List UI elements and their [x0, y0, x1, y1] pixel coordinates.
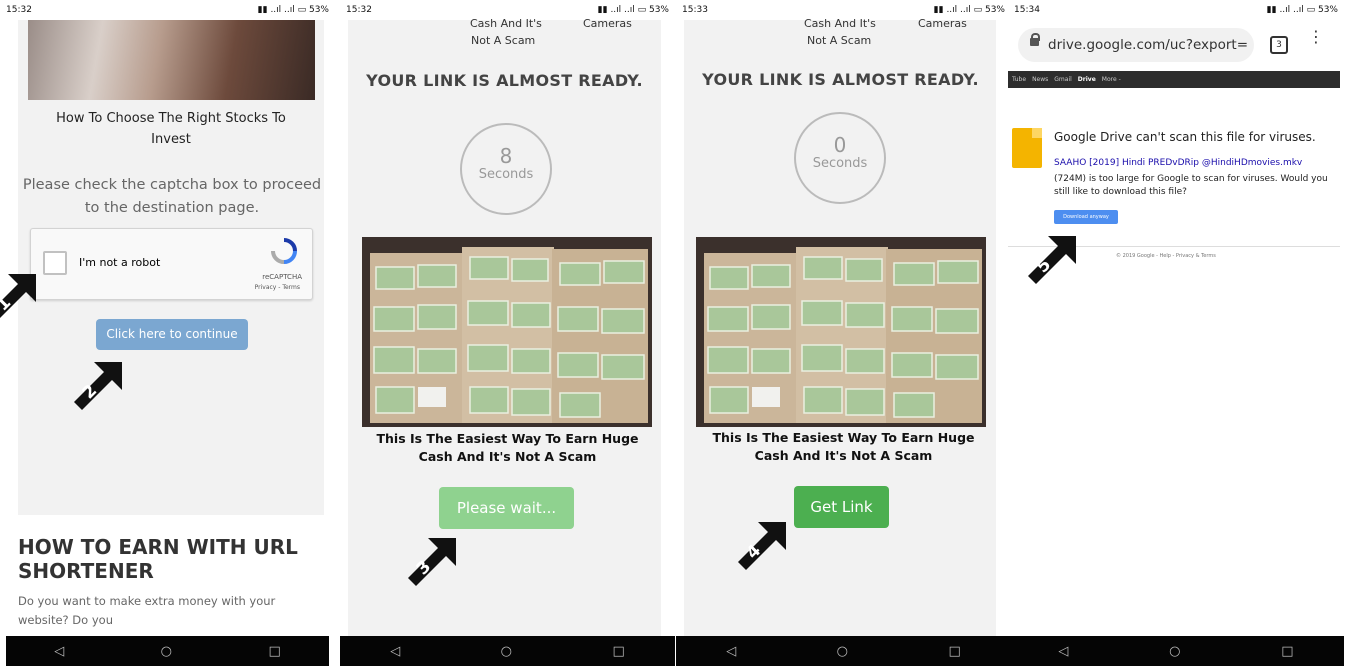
status-time: 15:33: [682, 5, 708, 15]
google-bar-item[interactable]: Tube: [1012, 76, 1026, 83]
back-icon[interactable]: ◁: [54, 644, 64, 659]
status-time: 15:34: [1014, 5, 1040, 15]
countdown-value: 8: [499, 144, 513, 168]
android-nav-bar: ◁ ○ □: [340, 636, 675, 666]
android-nav-bar: ◁ ○ □: [676, 636, 1011, 666]
url-text[interactable]: drive.google.com/uc?export=: [1048, 37, 1248, 53]
android-nav-bar: ◁ ○ □: [6, 636, 329, 666]
tab-count: 3: [1276, 40, 1282, 50]
step-arrow-3: 3: [404, 536, 458, 590]
ad-image-money[interactable]: [696, 237, 986, 427]
section-text: Do you want to make extra money with you…: [18, 594, 276, 627]
recents-icon[interactable]: □: [948, 644, 960, 659]
warning-body: (724M) is too large for Google to scan f…: [1054, 174, 1328, 197]
countdown-unit: Seconds: [812, 156, 868, 171]
recaptcha-checkbox[interactable]: [43, 251, 67, 275]
step-arrow-4: 4: [734, 520, 788, 574]
please-wait-button[interactable]: Please wait...: [439, 487, 574, 529]
recents-icon[interactable]: □: [612, 644, 624, 659]
google-bar-item[interactable]: More -: [1102, 76, 1121, 83]
section-heading: HOW TO EARN WITH URL SHORTENER: [18, 535, 298, 583]
step-arrow-2: 2: [70, 360, 124, 414]
download-anyway-button[interactable]: Download anyway: [1054, 210, 1118, 224]
url-bar[interactable]: drive.google.com/uc?export=: [1018, 28, 1254, 62]
ad-caption[interactable]: This Is The Easiest Way To Earn Huge Cas…: [370, 430, 645, 466]
countdown-timer: 0 Seconds: [794, 112, 886, 204]
google-bar-item[interactable]: News: [1032, 76, 1048, 83]
top-text-left-2: Not A Scam: [471, 34, 536, 47]
recaptcha-links[interactable]: Privacy - Terms: [255, 284, 300, 291]
status-right: ▮▮ ..ıl ..ıl ▭ 53%: [933, 5, 1005, 15]
status-bar: 15:32 ▮▮ ..ıl ..ıl ▭ 53%: [0, 0, 335, 20]
link-ready-heading: YOUR LINK IS ALMOST READY.: [366, 71, 643, 90]
top-text-right: Cameras: [918, 17, 967, 30]
top-text-right: Cameras: [583, 17, 632, 30]
android-nav-bar: ◁ ○ □: [1008, 636, 1344, 666]
page-footer: © 2019 Google - Help - Privacy & Terms: [1116, 253, 1216, 259]
home-icon[interactable]: ○: [161, 644, 172, 659]
recents-icon[interactable]: □: [268, 644, 280, 659]
ad-caption[interactable]: This Is The Easiest Way To Earn Huge Cas…: [704, 429, 983, 465]
recaptcha-brand: reCAPTCHA: [262, 273, 302, 281]
countdown-timer: 8 Seconds: [460, 123, 552, 215]
lock-shackle: [1031, 33, 1040, 41]
status-right: ▮▮ ..ıl ..ıl ▭ 53%: [597, 5, 669, 15]
recaptcha-widget: I'm not a robot reCAPTCHA Privacy - Term…: [30, 228, 313, 300]
back-icon[interactable]: ◁: [390, 644, 400, 659]
recaptcha-logo-icon: [270, 237, 298, 265]
status-right: ▮▮ ..ıl ..ıl ▭ 53%: [1266, 5, 1338, 15]
file-icon: [1012, 128, 1042, 168]
top-text-left-1: Cash And It's: [804, 17, 876, 30]
back-icon[interactable]: ◁: [726, 644, 736, 659]
recents-icon[interactable]: □: [1281, 644, 1293, 659]
top-text-left-1: Cash And It's: [470, 17, 542, 30]
article-title[interactable]: How To Choose The Right Stocks To Invest: [40, 108, 302, 150]
file-link[interactable]: SAAHO [2019] Hindi PREDvDRip @HindiHDmov…: [1054, 158, 1339, 168]
google-bar: Tube News Gmail Drive More -: [1008, 71, 1340, 88]
menu-icon[interactable]: ⋮: [1308, 29, 1324, 45]
status-time: 15:32: [346, 5, 372, 15]
ad-image-money[interactable]: [362, 237, 652, 427]
tab-count-icon[interactable]: 3: [1270, 36, 1288, 54]
google-bar-item[interactable]: Gmail: [1054, 76, 1072, 83]
link-ready-heading: YOUR LINK IS ALMOST READY.: [702, 70, 979, 89]
step-arrow-5: 5: [1024, 234, 1078, 288]
recaptcha-label: I'm not a robot: [79, 256, 161, 269]
screen-get-link: 15:33 ▮▮ ..ıl ..ıl ▭ 53% Cash And It's N…: [676, 0, 1011, 666]
countdown-value: 0: [833, 133, 847, 157]
article-thumbnail[interactable]: [28, 20, 315, 100]
continue-button[interactable]: Click here to continue: [96, 319, 248, 350]
get-link-button[interactable]: Get Link: [794, 486, 889, 528]
status-right: ▮▮ ..ıl ..ıl ▭ 53%: [257, 5, 329, 15]
screen-countdown: 15:32 ▮▮ ..ıl ..ıl ▭ 53% Cash And It's N…: [340, 0, 675, 666]
back-icon[interactable]: ◁: [1058, 644, 1068, 659]
screen-captcha: 15:32 ▮▮ ..ıl ..ıl ▭ 53% How To Choose T…: [0, 0, 335, 666]
status-bar: 15:34 ▮▮ ..ıl ..ıl ▭ 53%: [1008, 0, 1344, 20]
warning-title: Google Drive can't scan this file for vi…: [1054, 130, 1316, 144]
home-icon[interactable]: ○: [1169, 644, 1180, 659]
status-time: 15:32: [6, 5, 32, 15]
home-icon[interactable]: ○: [501, 644, 512, 659]
step-arrow-1: 1: [0, 272, 38, 326]
top-text-left-2: Not A Scam: [807, 34, 872, 47]
home-icon[interactable]: ○: [837, 644, 848, 659]
captcha-prompt: Please check the captcha box to proceed …: [22, 177, 322, 216]
google-bar-item-active[interactable]: Drive: [1078, 76, 1096, 83]
screen-google-drive: 15:34 ▮▮ ..ıl ..ıl ▭ 53% drive.google.co…: [1008, 0, 1344, 666]
countdown-unit: Seconds: [478, 167, 534, 182]
